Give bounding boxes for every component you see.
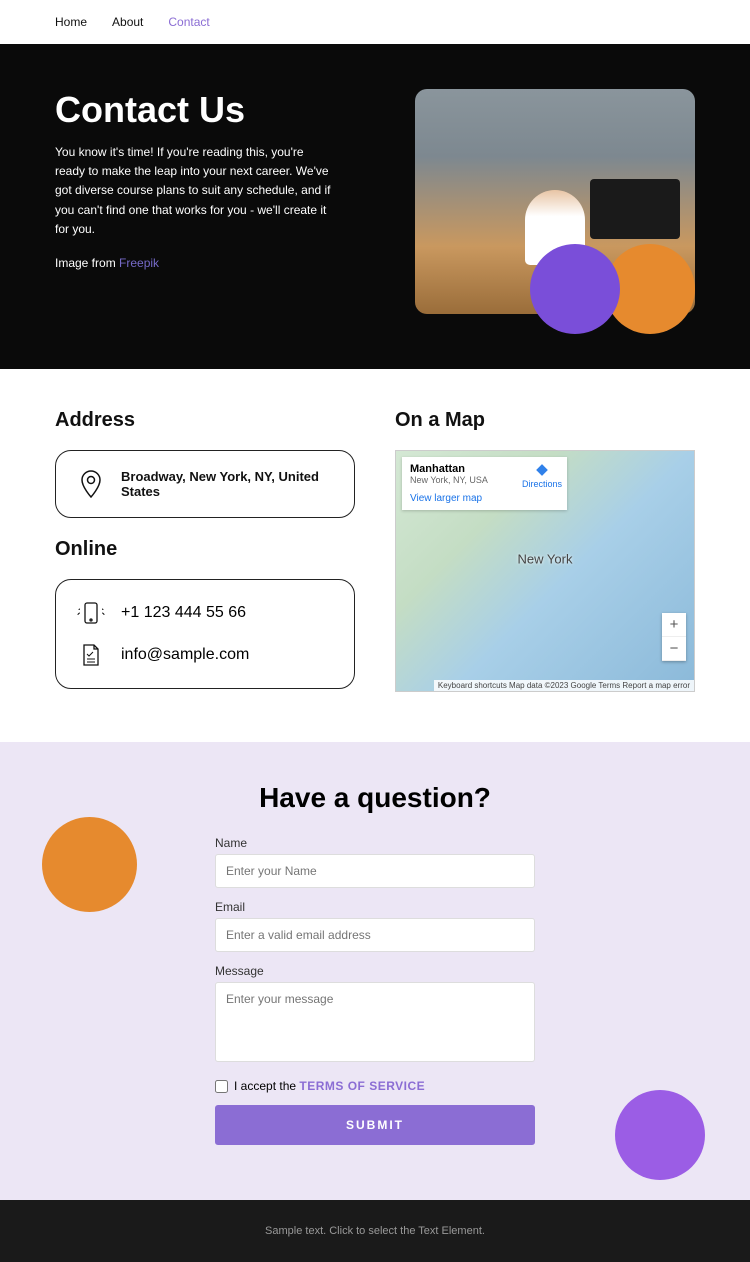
online-heading: Online xyxy=(55,538,355,561)
map-zoom: + − xyxy=(662,613,686,661)
map-embed[interactable]: Manhattan New York, NY, USA Directions V… xyxy=(395,450,695,692)
freepik-link[interactable]: Freepik xyxy=(119,256,159,270)
online-card: +1 123 444 55 66 info@sample.com xyxy=(55,579,355,689)
decor-circle-purple xyxy=(530,244,620,334)
form-section: Have a question? Name Email Message I ac… xyxy=(0,742,750,1200)
map-attribution: Keyboard shortcuts Map data ©2023 Google… xyxy=(434,680,694,691)
nav-contact[interactable]: Contact xyxy=(168,15,209,29)
map-city-label: New York xyxy=(518,552,573,567)
image-credit: Image from Freepik xyxy=(55,254,335,273)
decor-circle-purple-2 xyxy=(615,1090,705,1180)
location-icon xyxy=(76,469,106,499)
page-title: Contact Us xyxy=(55,89,355,131)
email-label: Email xyxy=(215,900,535,914)
top-nav: Home About Contact xyxy=(0,0,750,44)
hero-body: You know it's time! If you're reading th… xyxy=(55,143,335,239)
name-label: Name xyxy=(215,836,535,850)
phone-text: +1 123 444 55 66 xyxy=(121,604,246,622)
message-label: Message xyxy=(215,964,535,978)
submit-button[interactable]: SUBMIT xyxy=(215,1105,535,1145)
name-input[interactable] xyxy=(215,854,535,888)
address-text: Broadway, New York, NY, United States xyxy=(121,469,334,499)
view-larger-map-link[interactable]: View larger map xyxy=(410,493,559,504)
map-heading: On a Map xyxy=(395,409,695,432)
directions-link[interactable]: Directions xyxy=(522,463,562,489)
nav-about[interactable]: About xyxy=(112,15,143,29)
message-input[interactable] xyxy=(215,982,535,1062)
form-heading: Have a question? xyxy=(55,782,695,814)
address-heading: Address xyxy=(55,409,355,432)
footer-text[interactable]: Sample text. Click to select the Text El… xyxy=(265,1225,485,1237)
address-card: Broadway, New York, NY, United States xyxy=(55,450,355,518)
hero-section: Contact Us You know it's time! If you're… xyxy=(0,44,750,369)
zoom-out-button[interactable]: − xyxy=(662,637,686,661)
email-text: info@sample.com xyxy=(121,646,249,664)
email-input[interactable] xyxy=(215,918,535,952)
footer: Sample text. Click to select the Text El… xyxy=(0,1200,750,1262)
nav-home[interactable]: Home xyxy=(55,15,87,29)
info-section: Address Broadway, New York, NY, United S… xyxy=(0,369,750,742)
document-icon xyxy=(76,640,106,670)
phone-icon xyxy=(76,598,106,628)
tos-checkbox[interactable] xyxy=(215,1080,228,1093)
decor-circle-orange-2 xyxy=(42,817,137,912)
zoom-in-button[interactable]: + xyxy=(662,613,686,637)
tos-link[interactable]: TERMS OF SERVICE xyxy=(299,1079,425,1093)
map-info-card: Manhattan New York, NY, USA Directions V… xyxy=(402,457,567,510)
